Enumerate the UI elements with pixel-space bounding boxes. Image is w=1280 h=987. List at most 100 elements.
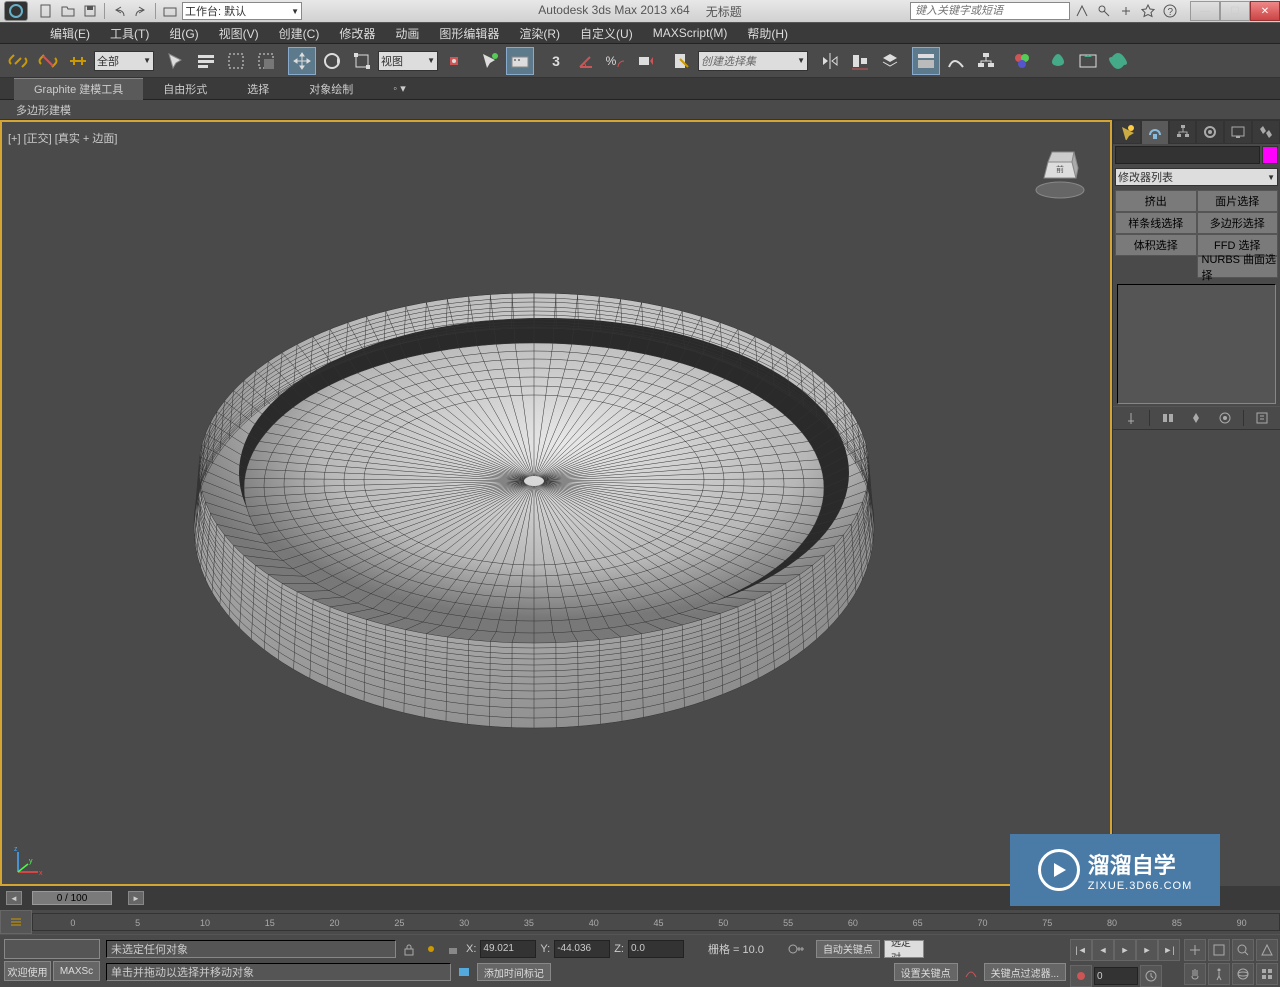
maxscript-button[interactable]: MAXSc xyxy=(53,961,100,981)
show-end-result-icon[interactable] xyxy=(1158,409,1178,427)
new-icon[interactable] xyxy=(36,2,56,20)
current-frame-field[interactable]: 0 xyxy=(1094,967,1138,985)
zoom-extents-icon[interactable] xyxy=(1208,939,1230,961)
lock-selection-icon[interactable] xyxy=(400,940,418,958)
material-editor-icon[interactable] xyxy=(1008,47,1036,75)
modifier-stack[interactable] xyxy=(1117,284,1276,404)
infocenter-icon[interactable] xyxy=(1072,2,1092,20)
help-icon[interactable]: ? xyxy=(1160,2,1180,20)
modifier-patch-select-button[interactable]: 面片选择 xyxy=(1197,190,1279,212)
select-icon[interactable] xyxy=(162,47,190,75)
object-name-field[interactable] xyxy=(1115,146,1260,164)
percent-snap-icon[interactable]: % xyxy=(602,47,630,75)
save-icon[interactable] xyxy=(80,2,100,20)
sel-lock-icon[interactable] xyxy=(444,940,462,958)
pivot-icon[interactable] xyxy=(440,47,468,75)
ref-coord-dropdown[interactable]: 视图▼ xyxy=(378,51,438,71)
viewport-label[interactable]: [+] [正交] [真实 + 边面] xyxy=(8,130,117,146)
remove-modifier-icon[interactable] xyxy=(1215,409,1235,427)
favorite-icon[interactable] xyxy=(1138,2,1158,20)
script-listener-button[interactable] xyxy=(4,939,100,959)
ribbon-tab-paint[interactable]: 对象绘制 xyxy=(289,78,373,100)
exchange-icon[interactable] xyxy=(1116,2,1136,20)
prev-frame-icon[interactable]: ◄ xyxy=(1092,939,1114,961)
key-mode-toggle-icon[interactable] xyxy=(1070,965,1092,987)
create-tab-icon[interactable] xyxy=(1113,120,1141,144)
timeline-config-icon[interactable] xyxy=(0,910,32,934)
help-search-input[interactable] xyxy=(910,2,1070,20)
curve-editor-icon[interactable] xyxy=(942,47,970,75)
add-time-tag-button[interactable]: 添加时间标记 xyxy=(477,963,551,981)
utilities-tab-icon[interactable] xyxy=(1252,120,1280,144)
select-region-icon[interactable] xyxy=(222,47,250,75)
project-icon[interactable] xyxy=(160,2,180,20)
pan-view-icon[interactable] xyxy=(1184,939,1206,961)
minimize-button[interactable]: — xyxy=(1190,1,1220,21)
modifier-extrude-button[interactable]: 挤出 xyxy=(1115,190,1197,212)
display-tab-icon[interactable] xyxy=(1224,120,1252,144)
x-coord-field[interactable]: 49.021 xyxy=(480,940,536,958)
modifier-poly-select-button[interactable]: 多边形选择 xyxy=(1197,212,1279,234)
goto-start-icon[interactable]: |◄ xyxy=(1070,939,1092,961)
ribbon-tab-graphite[interactable]: Graphite 建模工具 xyxy=(14,78,143,100)
menu-rendering[interactable]: 渲染(R) xyxy=(509,23,570,43)
spinner-snap-icon[interactable] xyxy=(632,47,660,75)
named-selection-dropdown[interactable]: 创建选择集▼ xyxy=(698,51,808,71)
scale-icon[interactable] xyxy=(348,47,376,75)
menu-help[interactable]: 帮助(H) xyxy=(737,23,798,43)
app-icon[interactable] xyxy=(4,1,28,21)
select-by-name-icon[interactable] xyxy=(192,47,220,75)
viewport[interactable]: [+] [正交] [真实 + 边面] xyxy=(0,120,1112,886)
modifier-list-dropdown[interactable]: 修改器列表▼ xyxy=(1115,168,1278,186)
unlink-icon[interactable] xyxy=(34,47,62,75)
rotate-icon[interactable] xyxy=(318,47,346,75)
key-icon[interactable] xyxy=(1094,2,1114,20)
comm-center-icon[interactable] xyxy=(455,963,473,981)
modifier-vol-select-button[interactable]: 体积选择 xyxy=(1115,234,1197,256)
key-filters-button[interactable]: 关键点过滤器... xyxy=(984,963,1066,981)
time-slider-prev-icon[interactable]: ◄ xyxy=(6,891,22,905)
time-slider[interactable]: 0 / 100 xyxy=(32,891,112,905)
isolate-icon[interactable] xyxy=(422,940,440,958)
render-icon[interactable] xyxy=(1104,47,1132,75)
auto-key-button[interactable]: 自动关键点 xyxy=(816,940,880,958)
undo-icon[interactable] xyxy=(109,2,129,20)
play-icon[interactable]: ► xyxy=(1114,939,1136,961)
close-button[interactable]: ✕ xyxy=(1250,1,1280,21)
hierarchy-tab-icon[interactable] xyxy=(1169,120,1197,144)
menu-grapheditors[interactable]: 图形编辑器 xyxy=(429,23,509,43)
schematic-view-icon[interactable] xyxy=(972,47,1000,75)
walk-icon[interactable] xyxy=(1208,963,1230,985)
y-coord-field[interactable]: -44.036 xyxy=(554,940,610,958)
manipulate-icon[interactable] xyxy=(476,47,504,75)
menu-customize[interactable]: 自定义(U) xyxy=(570,23,643,43)
menu-edit[interactable]: 编辑(E) xyxy=(40,23,100,43)
render-setup-icon[interactable] xyxy=(1044,47,1072,75)
keyboard-shortcut-icon[interactable] xyxy=(506,47,534,75)
angle-snap-icon[interactable] xyxy=(572,47,600,75)
workspace-dropdown[interactable]: 工作台: 默认▼ xyxy=(182,2,302,20)
timeline-ruler[interactable]: 051015202530354045505560657075808590 xyxy=(32,913,1280,931)
selected-dropdown[interactable]: 选定对 xyxy=(884,940,924,958)
set-key-button[interactable]: 设置关键点 xyxy=(894,963,958,981)
maximize-viewport-icon[interactable] xyxy=(1256,963,1278,985)
orbit-icon[interactable] xyxy=(1232,963,1254,985)
z-coord-field[interactable]: 0.0 xyxy=(628,940,684,958)
ribbon-toggle-icon[interactable] xyxy=(912,47,940,75)
welcome-button[interactable]: 欢迎使用 xyxy=(4,961,51,981)
mirror-icon[interactable] xyxy=(816,47,844,75)
window-crossing-icon[interactable] xyxy=(252,47,280,75)
time-slider-next-icon[interactable]: ► xyxy=(128,891,144,905)
goto-end-icon[interactable]: ►| xyxy=(1158,939,1180,961)
ribbon-panel-polymodeling[interactable]: 多边形建模 xyxy=(8,102,79,118)
pin-stack-icon[interactable] xyxy=(1121,409,1141,427)
snap-toggle-icon[interactable]: 3 xyxy=(542,47,570,75)
layers-icon[interactable] xyxy=(876,47,904,75)
open-icon[interactable] xyxy=(58,2,78,20)
ribbon-tab-selection[interactable]: 选择 xyxy=(227,78,289,100)
menu-create[interactable]: 创建(C) xyxy=(269,23,330,43)
viewcube[interactable]: 前 xyxy=(1030,142,1090,202)
menu-group[interactable]: 组(G) xyxy=(159,23,208,43)
move-icon[interactable] xyxy=(288,47,316,75)
bind-icon[interactable] xyxy=(64,47,92,75)
